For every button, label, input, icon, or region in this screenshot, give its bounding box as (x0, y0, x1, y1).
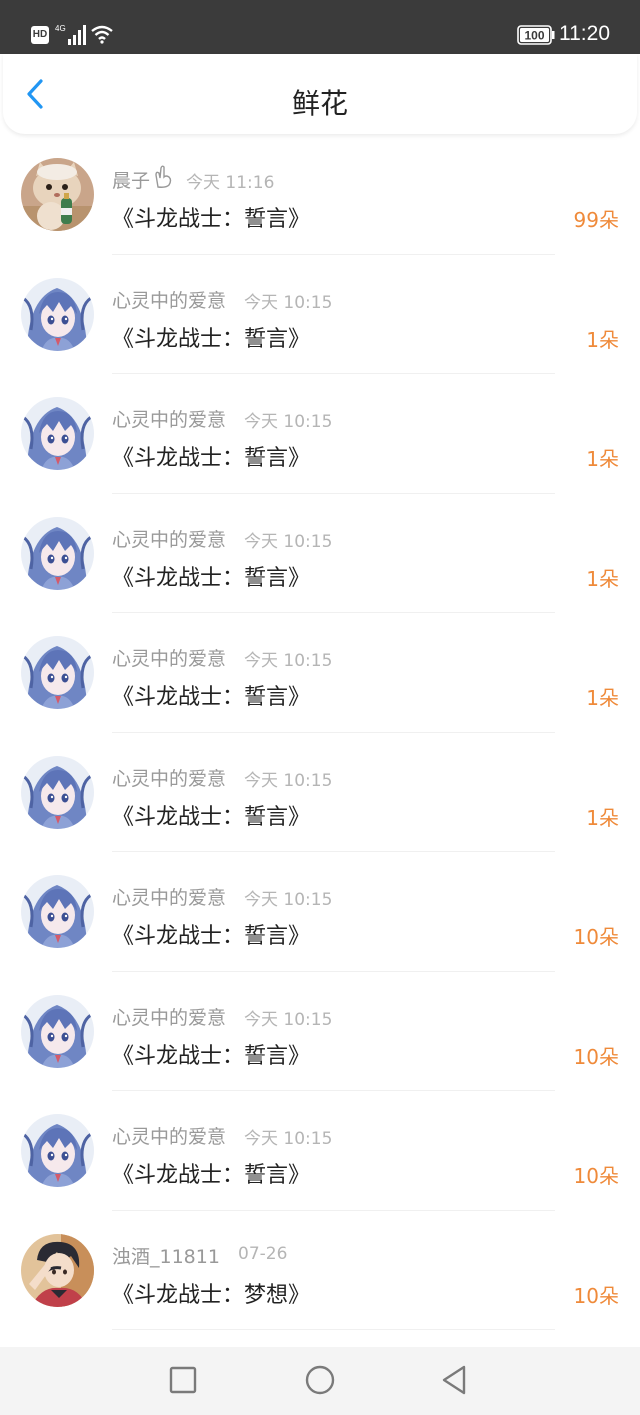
sender-name[interactable]: 心灵中的爱意 (112, 1003, 226, 1030)
status-bar: HD 4G 100 11:20 (0, 0, 640, 54)
list-item[interactable]: 心灵中的爱意 今天 10:15 《斗龙战士：誓言》 10朵 (0, 852, 640, 972)
flower-count: 99朵 (573, 208, 619, 232)
flower-count: 1朵 (586, 327, 619, 352)
send-time: 今天 10:15 (244, 651, 333, 671)
network-label: 4G (55, 24, 66, 33)
home-icon[interactable] (303, 1363, 337, 1397)
wifi-icon (91, 25, 113, 44)
book-title[interactable]: 《斗龙战士：誓言》 (112, 1157, 310, 1189)
flower-count: 1朵 (586, 686, 619, 710)
avatar[interactable] (21, 277, 94, 351)
book-title[interactable]: 《斗龙战士：誓言》 (112, 918, 310, 950)
back-triangle-icon[interactable] (438, 1363, 472, 1397)
list-item[interactable]: 晨子 今天 11:16 《斗龙战士：誓言》 99朵 (0, 135, 640, 255)
avatar[interactable] (21, 516, 94, 590)
flower-record-list[interactable]: 晨子 今天 11:16 《斗龙战士：誓言》 99朵 心灵中的爱意 今天 10:15 《斗龙… (0, 135, 640, 1330)
avatar[interactable] (21, 875, 94, 948)
avatar[interactable] (21, 1233, 94, 1307)
avatar[interactable] (21, 1114, 94, 1187)
row-divider (112, 1329, 555, 1330)
book-title[interactable]: 《斗龙战士：誓言》 (112, 560, 310, 592)
sender-name[interactable]: 心灵中的爱意 (112, 1122, 226, 1149)
flower-count: 10朵 (573, 1044, 619, 1069)
list-item[interactable]: 心灵中的爱意 今天 10:15 《斗龙战士：誓言》 1朵 (0, 255, 640, 374)
send-time: 今天 10:15 (244, 770, 333, 791)
list-item[interactable]: 心灵中的爱意 今天 10:15 《斗龙战士：誓言》 10朵 (0, 1091, 640, 1211)
list-item[interactable]: 心灵中的爱意 今天 10:15 《斗龙战士：誓言》 1朵 (0, 374, 640, 494)
flower-count: 10朵 (573, 1283, 619, 1308)
book-title[interactable]: 《斗龙战士：誓言》 (112, 440, 310, 472)
hand-emoji-icon (152, 165, 174, 189)
send-time: 今天 11:16 (186, 173, 275, 193)
system-nav-bar (0, 1347, 640, 1415)
sender-name[interactable]: 心灵中的爱意 (112, 286, 226, 313)
book-title[interactable]: 《斗龙战士：誓言》 (112, 201, 310, 233)
send-time: 今天 10:15 (244, 890, 333, 910)
sender-name[interactable]: 心灵中的爱意 (112, 525, 226, 552)
flower-count: 10朵 (573, 925, 619, 949)
page-title: 鲜花 (291, 87, 348, 120)
send-time: 今天 10:15 (244, 412, 333, 432)
send-time: 今天 10:15 (244, 1129, 333, 1149)
hd-badge: HD (31, 26, 49, 44)
list-item[interactable]: 心灵中的爱意 今天 10:15 《斗龙战士：誓言》 1朵 (0, 733, 640, 852)
battery-level: 100 (524, 29, 544, 43)
list-item[interactable]: 浊酒_11811 07-26 《斗龙战士：梦想》 10朵 (0, 1211, 640, 1330)
book-title[interactable]: 《斗龙战士：誓言》 (112, 799, 310, 831)
avatar[interactable] (21, 636, 94, 709)
sender-name[interactable]: 心灵中的爱意 (112, 883, 226, 910)
sender-name[interactable]: 晨子 (112, 166, 150, 193)
sender-name[interactable]: 浊酒_11811 (112, 1242, 220, 1269)
send-time: 今天 10:15 (244, 1009, 333, 1030)
recent-apps-icon[interactable] (166, 1363, 200, 1397)
battery-icon: 100 (517, 25, 555, 45)
send-time: 今天 10:15 (244, 292, 333, 313)
flower-count: 10朵 (573, 1164, 619, 1188)
book-title[interactable]: 《斗龙战士：誓言》 (112, 679, 310, 711)
avatar[interactable] (21, 994, 94, 1068)
sender-name[interactable]: 心灵中的爱意 (112, 405, 226, 432)
sender-name[interactable]: 心灵中的爱意 (112, 644, 226, 671)
flower-count: 1朵 (586, 805, 619, 830)
avatar[interactable] (21, 755, 94, 829)
list-item[interactable]: 心灵中的爱意 今天 10:15 《斗龙战士：誓言》 1朵 (0, 494, 640, 613)
send-time: 今天 10:15 (244, 531, 333, 552)
avatar[interactable] (21, 158, 94, 231)
flower-count: 1朵 (586, 566, 619, 591)
app-header: 鲜花 (3, 54, 637, 134)
avatar[interactable] (21, 397, 94, 470)
book-title[interactable]: 《斗龙战士：誓言》 (112, 321, 310, 353)
sender-name[interactable]: 心灵中的爱意 (112, 764, 226, 791)
book-title[interactable]: 《斗龙战士：梦想》 (112, 1277, 310, 1309)
list-item[interactable]: 心灵中的爱意 今天 10:15 《斗龙战士：誓言》 1朵 (0, 613, 640, 733)
signal-icon: 4G (55, 24, 86, 45)
flower-count: 1朵 (586, 447, 619, 471)
send-time: 07-26 (238, 1243, 288, 1264)
book-title[interactable]: 《斗龙战士：誓言》 (112, 1038, 310, 1070)
clock: 11:20 (559, 22, 610, 45)
list-item[interactable]: 心灵中的爱意 今天 10:15 《斗龙战士：誓言》 10朵 (0, 972, 640, 1091)
